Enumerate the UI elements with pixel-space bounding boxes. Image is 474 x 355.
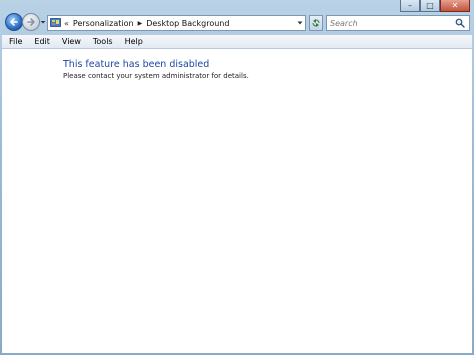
caption-buttons: – □ ✕ <box>400 0 470 12</box>
refresh-icon <box>312 19 320 27</box>
maximize-button[interactable]: □ <box>420 0 440 12</box>
navigation-bar: « Personalization ▶ Desktop Background <box>0 12 474 34</box>
menu-edit[interactable]: Edit <box>28 35 56 49</box>
disabled-feature-title: This feature has been disabled <box>63 59 210 70</box>
search-icon <box>455 18 465 28</box>
explorer-window: – □ ✕ « Personalization ▶ Desktop Backgr… <box>0 0 474 355</box>
refresh-button[interactable] <box>309 15 323 31</box>
address-bar[interactable]: « Personalization ▶ Desktop Background <box>47 15 306 31</box>
menu-bar: File Edit View Tools Help <box>2 35 472 49</box>
menu-file[interactable]: File <box>2 35 28 49</box>
search-input[interactable] <box>327 17 448 29</box>
menu-help[interactable]: Help <box>119 35 149 49</box>
breadcrumb-desktop-background[interactable]: Desktop Background <box>146 19 229 28</box>
address-overflow-chevrons[interactable]: « <box>64 19 69 28</box>
menu-tools[interactable]: Tools <box>87 35 119 49</box>
search-box[interactable] <box>326 15 470 31</box>
address-dropdown-button[interactable] <box>295 16 305 30</box>
menu-view[interactable]: View <box>56 35 87 49</box>
content-pane: This feature has been disabled Please co… <box>2 49 472 353</box>
control-panel-icon <box>50 18 61 27</box>
minimize-button[interactable]: – <box>400 0 420 12</box>
forward-button[interactable] <box>22 13 40 31</box>
recent-pages-dropdown-icon[interactable] <box>40 18 46 26</box>
back-button[interactable] <box>5 13 23 31</box>
forward-arrow-icon <box>27 18 35 26</box>
back-arrow-icon <box>10 18 18 26</box>
chevron-down-icon <box>297 21 303 25</box>
disabled-feature-message: Please contact your system administrator… <box>63 72 249 80</box>
close-button[interactable]: ✕ <box>440 0 470 12</box>
breadcrumb-separator-icon[interactable]: ▶ <box>138 20 143 27</box>
search-button[interactable] <box>451 16 469 30</box>
breadcrumb-personalization[interactable]: Personalization <box>73 19 134 28</box>
